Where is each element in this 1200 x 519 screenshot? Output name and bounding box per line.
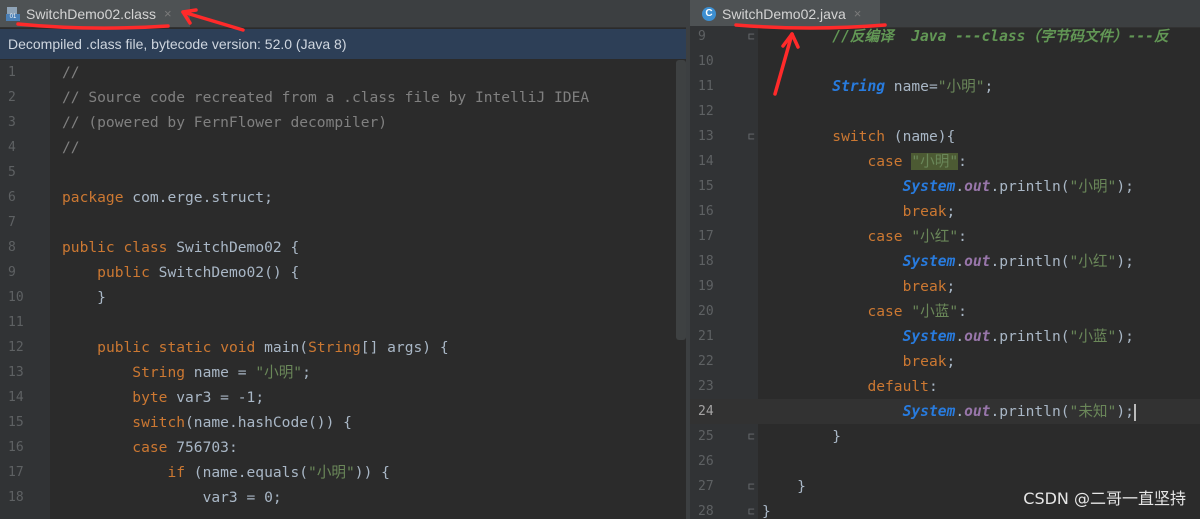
red-annotation-marks [16,8,887,96]
